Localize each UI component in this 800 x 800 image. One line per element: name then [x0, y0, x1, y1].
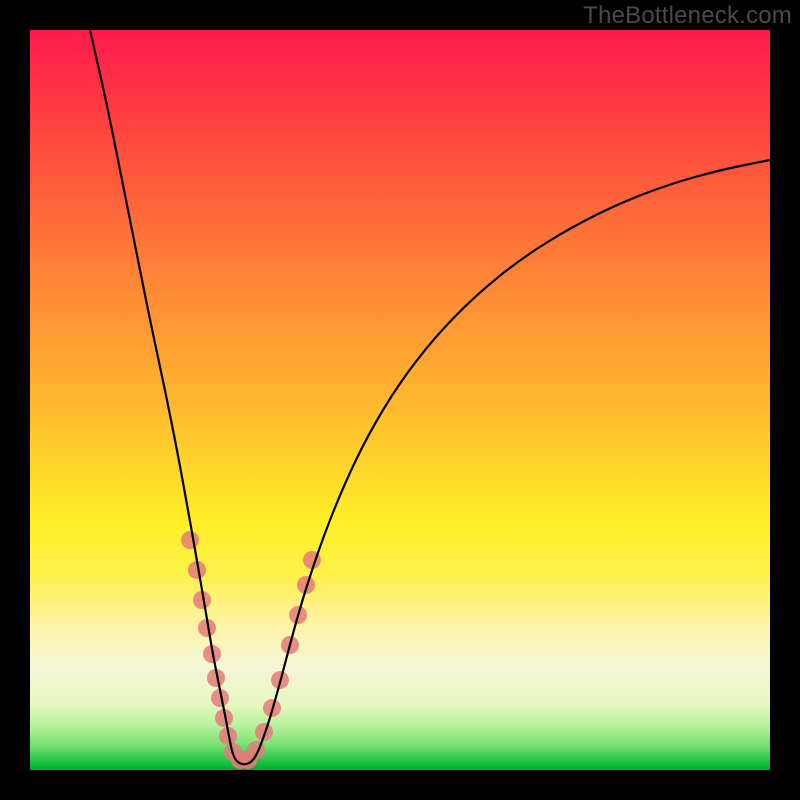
watermark-text: TheBottleneck.com [583, 2, 792, 30]
plot-area [30, 30, 770, 770]
chart-frame: TheBottleneck.com [0, 0, 800, 800]
bottleneck-curve [90, 30, 770, 764]
curve-svg [30, 30, 770, 770]
data-dot [181, 531, 199, 549]
data-dots-layer [181, 531, 321, 769]
